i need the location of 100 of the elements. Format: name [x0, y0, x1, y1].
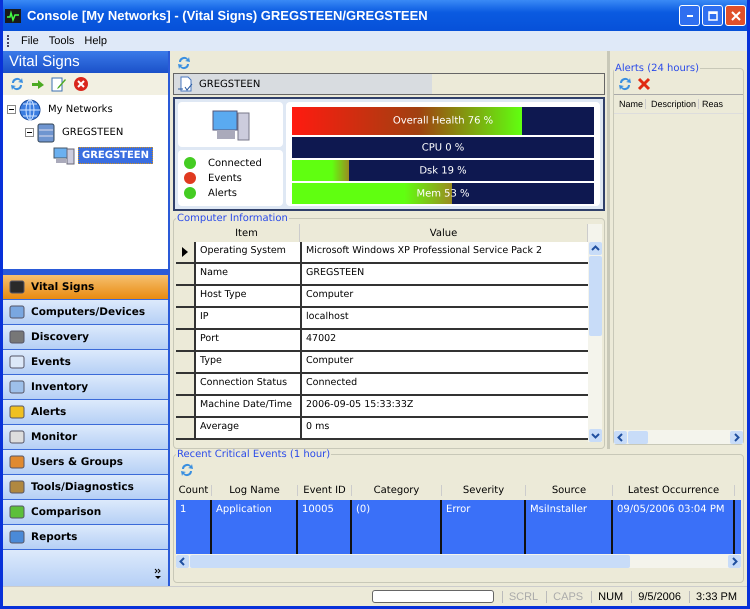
- row-header[interactable]: [176, 418, 196, 438]
- nav-item[interactable]: Reports: [3, 525, 168, 550]
- refresh-icon[interactable]: [9, 76, 25, 92]
- maximize-button[interactable]: [702, 5, 723, 26]
- table-cell-text: 47002: [305, 332, 338, 346]
- computer-icon: [53, 146, 75, 166]
- tile-icon: [9, 280, 25, 294]
- document-icon: [177, 76, 195, 92]
- table-row[interactable]: 1 Application 10005 (0) Error MsiInstaller 09/05/2006 03:04 PM: [176, 500, 741, 554]
- tree-item[interactable]: My Networks: [44, 101, 117, 118]
- scroll-left-icon[interactable]: [176, 554, 189, 568]
- scroll-thumb[interactable]: [588, 256, 602, 336]
- scroll-thumb[interactable]: [190, 554, 630, 568]
- column-header[interactable]: Category: [352, 484, 442, 496]
- row-header[interactable]: [176, 308, 196, 328]
- scroll-down-icon[interactable]: [588, 429, 602, 442]
- menu-item[interactable]: Help: [80, 35, 112, 47]
- table-cell: Name: [196, 264, 302, 284]
- delete-icon[interactable]: [73, 76, 89, 92]
- row-header[interactable]: [176, 330, 196, 350]
- tile-icon: [9, 355, 25, 369]
- nav-item[interactable]: Monitor: [3, 425, 168, 450]
- column-header[interactable]: Log Name: [212, 484, 298, 496]
- nav-item[interactable]: Vital Signs: [3, 275, 168, 300]
- group-title: Alerts (24 hours): [614, 63, 700, 74]
- status-indicator: 9/5/2006: [631, 590, 688, 602]
- monitor-icon: [5, 8, 21, 22]
- refresh-icon[interactable]: [176, 55, 192, 71]
- minimize-button[interactable]: [679, 5, 700, 26]
- nav-item[interactable]: Inventory: [3, 375, 168, 400]
- tile-icon: [9, 305, 25, 319]
- tile-icon: [9, 530, 25, 544]
- tile-icon: [9, 455, 25, 469]
- minimize-icon: [686, 14, 692, 16]
- column-header[interactable]: Name: [614, 99, 646, 109]
- table-cell-text: 2006-09-05 15:33:33Z: [305, 398, 414, 412]
- status-label: Connected: [208, 158, 262, 168]
- group-title: Recent Critical Events (1 hour): [176, 449, 332, 460]
- scroll-left-icon[interactable]: [614, 430, 627, 444]
- table-cell-text: Microsoft Windows XP Professional Service Pack 2: [305, 244, 544, 258]
- status-indicator: NUM: [591, 590, 630, 602]
- globe-icon: [19, 98, 41, 120]
- status-label: Events: [208, 172, 242, 184]
- column-header[interactable]: Count: [176, 484, 212, 496]
- server-icon: [37, 122, 55, 142]
- table-cell-text: Computer: [305, 354, 354, 368]
- refresh-icon[interactable]: [179, 462, 195, 478]
- edit-icon[interactable]: [51, 76, 67, 92]
- table-cell-text: Computer: [305, 288, 354, 302]
- column-header[interactable]: Latest Occurrence: [613, 484, 735, 496]
- device-name: GREGSTEEN: [199, 78, 260, 90]
- row-header[interactable]: [176, 374, 196, 394]
- refresh-icon[interactable]: [617, 76, 633, 92]
- splitter-handle[interactable]: [3, 269, 168, 275]
- scroll-right-icon[interactable]: [730, 430, 743, 444]
- meter-label: Dsk 19 %: [418, 165, 468, 176]
- nav-item[interactable]: Alerts: [3, 400, 168, 425]
- table-cell: IP: [196, 308, 302, 328]
- tile-icon: [9, 330, 25, 344]
- tile-icon: [9, 430, 25, 444]
- scroll-thumb[interactable]: [628, 430, 648, 444]
- scroll-right-icon[interactable]: [728, 554, 741, 568]
- maximize-icon: [708, 10, 718, 20]
- menu-item[interactable]: Tools: [44, 35, 78, 47]
- nav-item[interactable]: Tools/Diagnostics: [3, 475, 168, 500]
- chevron-icon[interactable]: [154, 568, 162, 580]
- tree-item[interactable]: GREGSTEEN: [78, 147, 154, 164]
- table-cell: Host Type: [196, 286, 302, 306]
- panel-title: Vital Signs: [3, 51, 168, 73]
- column-header[interactable]: Source: [526, 484, 613, 496]
- row-header[interactable]: [176, 264, 196, 284]
- table-cell: Machine Date/Time: [196, 396, 302, 416]
- nav-item[interactable]: Users & Groups: [3, 450, 168, 475]
- nav-item[interactable]: Comparison: [3, 500, 168, 525]
- column-header[interactable]: Description: [646, 99, 700, 109]
- nav-item[interactable]: Computers/Devices: [3, 300, 168, 325]
- scrollbar[interactable]: [588, 224, 602, 442]
- close-icon[interactable]: [637, 77, 651, 91]
- arrow-icon[interactable]: [31, 78, 45, 90]
- table-cell-text: localhost: [305, 310, 350, 324]
- row-header[interactable]: [176, 286, 196, 306]
- tree-item[interactable]: GREGSTEEN: [58, 124, 128, 141]
- column-header[interactable]: Severity: [442, 484, 526, 496]
- status-indicator: CAPS: [546, 590, 590, 602]
- collapse-icon[interactable]: [25, 128, 34, 137]
- column-header[interactable]: Reas: [699, 99, 726, 109]
- close-button[interactable]: [725, 5, 746, 26]
- status-indicator: 3:33 PM: [689, 590, 743, 602]
- scrollbar[interactable]: [614, 430, 743, 444]
- row-header[interactable]: [176, 396, 196, 416]
- scroll-up-icon[interactable]: [588, 242, 602, 255]
- row-header[interactable]: [176, 352, 196, 372]
- row-header[interactable]: [176, 242, 196, 262]
- table-cell: Port: [196, 330, 302, 350]
- column-header[interactable]: Event ID: [298, 484, 352, 496]
- collapse-icon[interactable]: [7, 105, 16, 114]
- menu-item[interactable]: File: [17, 35, 43, 47]
- scrollbar[interactable]: [176, 554, 741, 568]
- nav-item[interactable]: Discovery: [3, 325, 168, 350]
- nav-item[interactable]: Events: [3, 350, 168, 375]
